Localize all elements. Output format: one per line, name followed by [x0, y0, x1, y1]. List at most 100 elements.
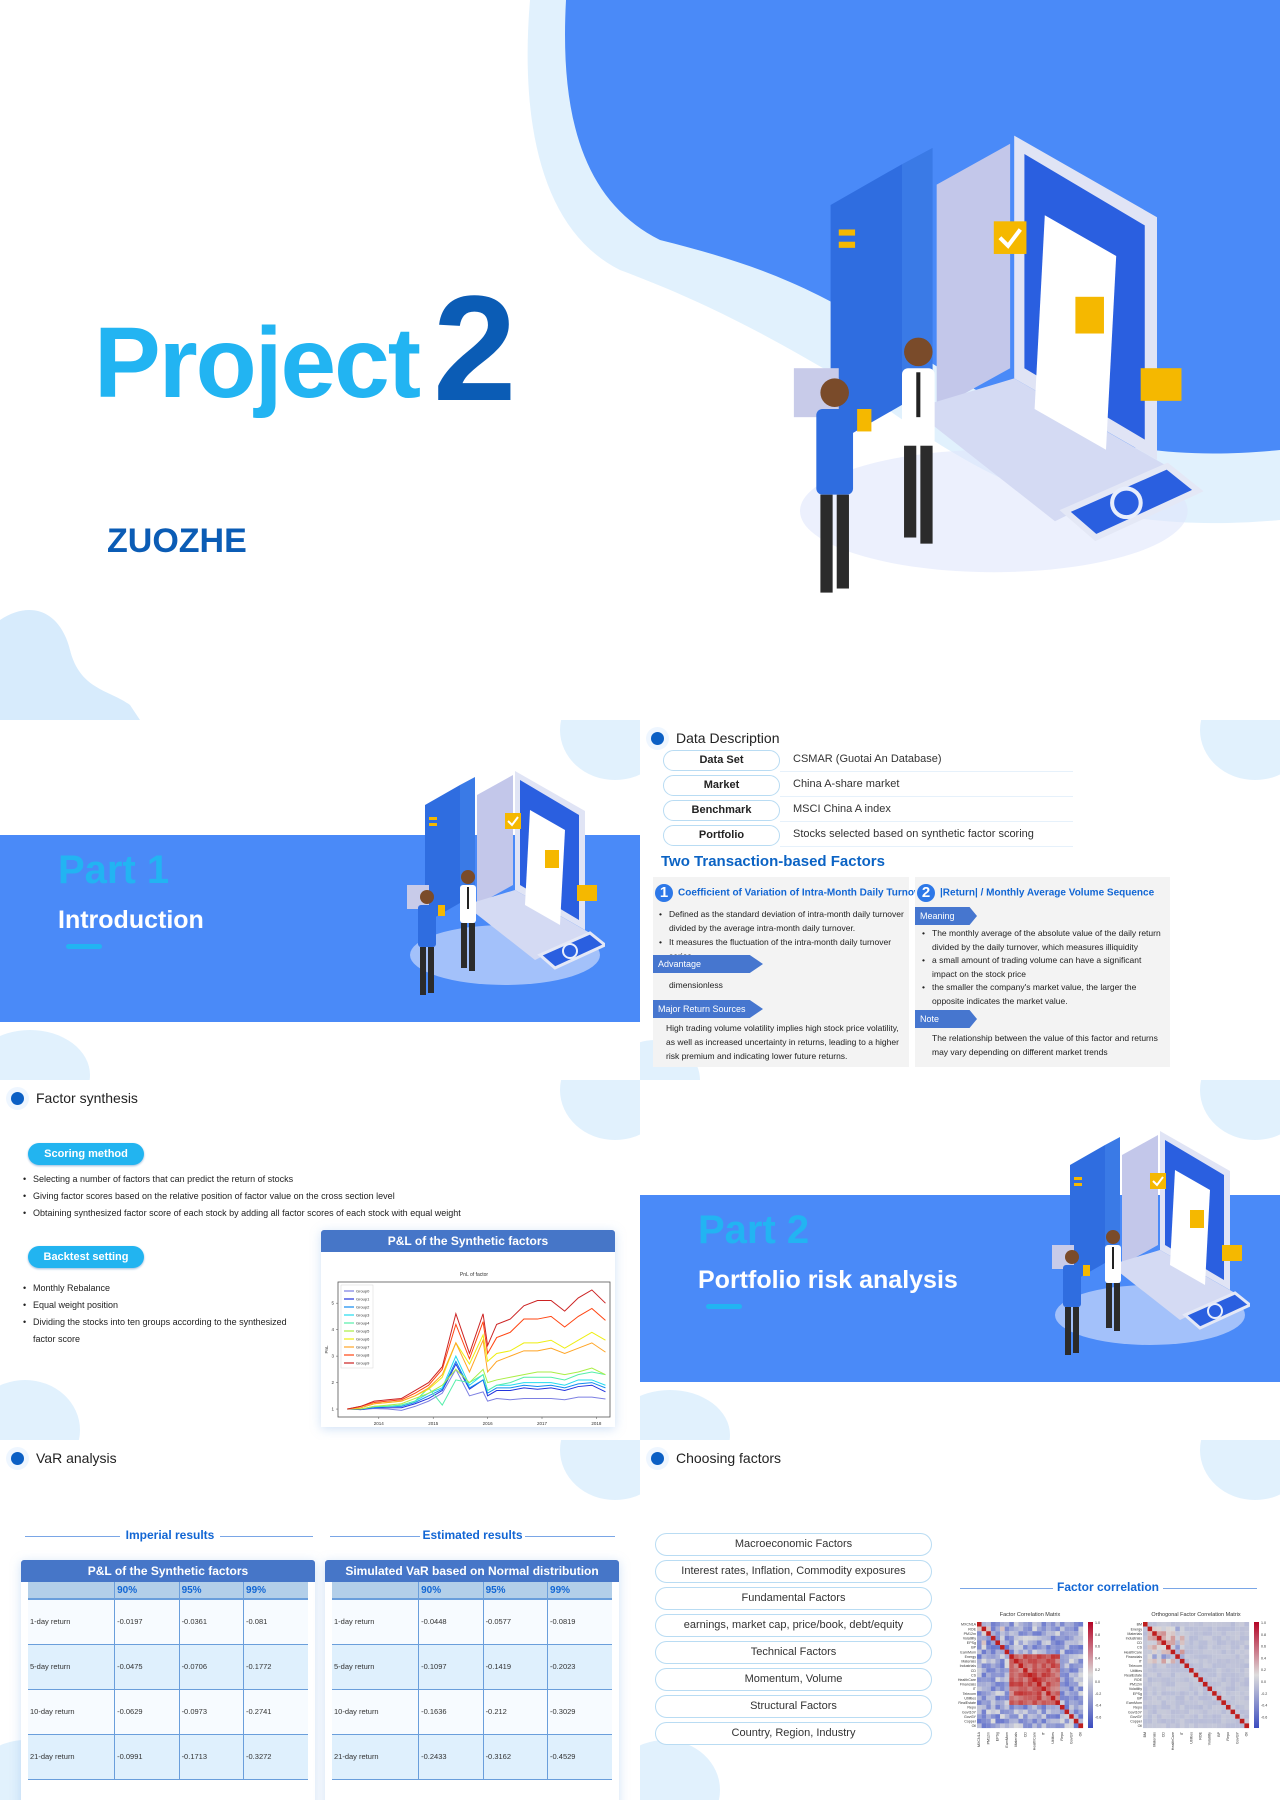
- heatmap-cell: [1064, 1626, 1070, 1632]
- heatmap-cell: [1032, 1695, 1038, 1701]
- colorbar-label: 0.8: [1261, 1633, 1266, 1637]
- heatmap-cell: [977, 1654, 982, 1659]
- heatmap-cell: [1046, 1622, 1051, 1627]
- heatmap-cell: [1244, 1622, 1250, 1627]
- heatmap-cell: [995, 1658, 1001, 1664]
- backtest-bullets: Monthly Rebalance Equal weight position …: [23, 1280, 303, 1348]
- heatmap-cell: [1147, 1686, 1153, 1692]
- heatmap-cell: [1073, 1645, 1079, 1650]
- heatmap-cell: [1235, 1718, 1240, 1724]
- heatmap-cell: [1147, 1626, 1153, 1632]
- heatmap-cell: [1046, 1686, 1051, 1692]
- heatmap-cell: [1036, 1626, 1042, 1632]
- heatmap-cell: [1175, 1686, 1180, 1692]
- heatmap-cell: [1055, 1700, 1061, 1706]
- colorbar-label: 1.0: [1261, 1621, 1266, 1625]
- heatmap-cell: [1000, 1649, 1005, 1655]
- imperial-var-table: 90% 95% 99% 1-day return -0.0197 -0.0361 -0.08…: [28, 1582, 308, 1780]
- heatmap-cell: [1189, 1681, 1194, 1687]
- table-cell: 21-day return: [332, 1734, 420, 1780]
- heatmap-cell: [1221, 1663, 1227, 1669]
- heatmap-cells: [1143, 1622, 1250, 1729]
- heatmap-cell: [1152, 1658, 1157, 1664]
- heatmap-row-label: HealthCare: [958, 1678, 976, 1682]
- heatmap-cell: [1147, 1718, 1153, 1724]
- heatmap-cell: [1202, 1654, 1208, 1659]
- heatmap-cell: [1004, 1645, 1010, 1650]
- heatmap-cell: [1166, 1626, 1171, 1632]
- legend-label: Group4: [356, 1321, 370, 1326]
- chart-legend: Group0 Group1 Group2 Group3 Group4 Group5 Grou…: [340, 1284, 374, 1369]
- heatmap-cell: [1207, 1626, 1213, 1632]
- heatmap-cell: [981, 1640, 987, 1646]
- heatmap-cell: [1046, 1658, 1051, 1664]
- heatmap-cell: [1046, 1631, 1051, 1636]
- heatmap-cell: [1004, 1658, 1010, 1664]
- heatmap-cell: [1055, 1635, 1061, 1641]
- heatmap-cell: [1027, 1723, 1033, 1729]
- heatmap-cell: [1170, 1635, 1176, 1641]
- heatmap-cell: [995, 1686, 1001, 1692]
- heatmap-row-label: Oil: [1138, 1724, 1143, 1728]
- heatmap-cell: [1041, 1631, 1047, 1636]
- heatmap-cell: [1156, 1681, 1162, 1687]
- heatmap-cell: [1078, 1686, 1084, 1692]
- table-cell: -0.0706: [179, 1644, 245, 1690]
- heatmap-cell: [1004, 1635, 1010, 1641]
- heatmap-cell: [1027, 1622, 1033, 1627]
- heatmap-row-label: Repo: [1133, 1706, 1142, 1710]
- heatmap-cell: [990, 1663, 996, 1669]
- heatmap-cell: [1212, 1718, 1217, 1724]
- heatmap-cell: [981, 1686, 987, 1692]
- heatmap-cell: [1004, 1704, 1010, 1710]
- heatmap-cell: [1152, 1718, 1157, 1724]
- heatmap-cell: [1073, 1681, 1079, 1687]
- heatmap-cell: [1193, 1672, 1199, 1678]
- heatmap-cell: [1073, 1622, 1079, 1627]
- heatmap-cell: [1078, 1645, 1084, 1650]
- heatmap-cell: [1009, 1723, 1014, 1729]
- heatmap-cell: [1230, 1631, 1236, 1636]
- heatmap-cell: [1036, 1700, 1042, 1706]
- heatmap-cell: [1143, 1709, 1148, 1715]
- y-axis-label: PnL: [324, 1345, 329, 1354]
- bullet: a small amount of trading volume can hav…: [922, 954, 1168, 981]
- heatmap-cell: [1156, 1626, 1162, 1632]
- heatmap-cell: [1032, 1714, 1038, 1719]
- factor-item: Macroeconomic Factors: [655, 1533, 932, 1556]
- heatmap-cell: [1198, 1695, 1204, 1701]
- heatmap-cell: [1221, 1658, 1227, 1664]
- heatmap-cell: [1179, 1677, 1185, 1683]
- heatmap-cell: [1041, 1709, 1047, 1715]
- heatmap-cell: [1152, 1668, 1157, 1673]
- heatmap-cell: [1143, 1640, 1148, 1646]
- legend-label: Group3: [356, 1313, 370, 1318]
- heatmap-cell: [1193, 1645, 1199, 1650]
- heatmap-cell: [1143, 1704, 1148, 1710]
- heatmap-cell: [1036, 1681, 1042, 1687]
- heatmap-cell: [1059, 1672, 1065, 1678]
- heatmap-cell: [977, 1635, 982, 1641]
- heatmap-cell: [1175, 1626, 1180, 1632]
- heatmap-cell: [1069, 1709, 1074, 1715]
- heatmap-cell: [1009, 1718, 1014, 1724]
- heatmap-cell: [981, 1663, 987, 1669]
- heatmap-cell: [1170, 1622, 1176, 1627]
- heatmap-cell: [1202, 1691, 1208, 1696]
- heatmap-cell: [1147, 1635, 1153, 1641]
- heatmap-cell: [1161, 1723, 1167, 1729]
- heatmap-cell: [1013, 1649, 1019, 1655]
- heatmap-cell: [1230, 1695, 1236, 1701]
- heatmap-cell: [1189, 1709, 1194, 1715]
- heatmap-cell: [1013, 1668, 1019, 1673]
- heatmap-cell: [1032, 1723, 1038, 1729]
- heatmap-cell: [1202, 1681, 1208, 1687]
- heatmap-cell: [1004, 1640, 1010, 1646]
- heatmap-cell: [1235, 1691, 1240, 1696]
- heatmap-row-label: Govt10Y: [962, 1710, 977, 1714]
- heatmap-col-label: Oil: [1245, 1732, 1249, 1737]
- table-cell: -0.0197: [114, 1599, 180, 1645]
- heatmap-cell: [1244, 1649, 1250, 1655]
- heatmap-cell: [1023, 1700, 1028, 1706]
- heatmap-cell: [981, 1700, 987, 1706]
